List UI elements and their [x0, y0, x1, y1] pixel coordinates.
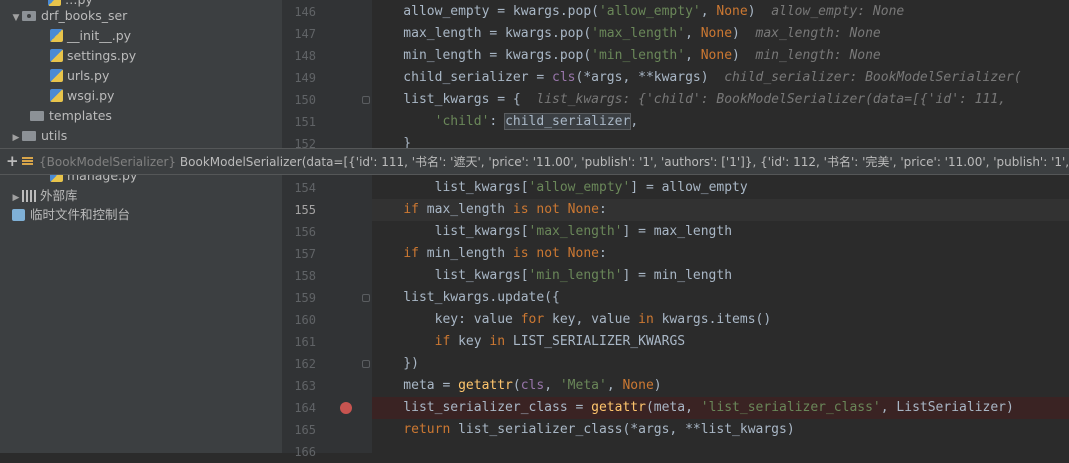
code-line-breakpoint: list_serializer_class = getattr(meta, 'l…	[372, 397, 1069, 419]
tree-file-init[interactable]: __init__.py	[50, 26, 131, 46]
inline-value-hint: allow_empty: None	[771, 4, 905, 19]
scratch-icon	[12, 208, 25, 221]
line-number[interactable]: 154	[282, 177, 316, 199]
folder-icon	[30, 110, 44, 121]
line-number[interactable]: 164	[282, 397, 316, 419]
code-line: if min_length is not None:	[403, 246, 607, 261]
line-number[interactable]: 158	[282, 265, 316, 287]
inline-value-hint: max_length: None	[755, 26, 881, 41]
fold-marker-icon[interactable]	[362, 360, 370, 368]
code-line: min_length = kwargs.pop('min_length', No…	[372, 48, 881, 63]
tree-folder-templates[interactable]: templates	[30, 106, 112, 126]
line-number[interactable]: 157	[282, 243, 316, 265]
tooltip-value: BookModelSerializer(data=[{'id': 111, '书…	[179, 155, 1069, 169]
line-number[interactable]: 146	[282, 1, 316, 23]
folder-icon	[22, 130, 36, 141]
tree-scratches[interactable]: 临时文件和控制台	[12, 205, 130, 225]
code-line: 'child': child_serializer,	[434, 113, 639, 130]
library-icon	[22, 189, 36, 202]
code-line: key: value for key, value in kwargs.item…	[372, 312, 772, 327]
expand-plus-icon[interactable]: +	[6, 149, 19, 174]
line-number[interactable]: 160	[282, 309, 316, 331]
line-number[interactable]: 165	[282, 419, 316, 441]
fold-marker-icon[interactable]	[362, 294, 370, 302]
code-line: max_length = kwargs.pop('max_length', No…	[372, 26, 881, 41]
line-number[interactable]: 155	[282, 199, 316, 221]
tree-file-settings[interactable]: settings.py	[50, 46, 136, 66]
code-line: list_kwargs.update({	[372, 290, 560, 305]
code-line: list_kwargs = { list_kwargs: {'child': B…	[372, 92, 1006, 107]
chevron-right-icon[interactable]: ▶	[10, 128, 22, 148]
tree-file-wsgi[interactable]: wsgi.py	[50, 86, 114, 106]
breakpoint-icon[interactable]	[340, 402, 352, 414]
line-number[interactable]: 162	[282, 353, 316, 375]
inline-value-hint: child_serializer: BookModelSerializer(	[724, 70, 1022, 85]
debug-value-tooltip: + {BookModelSerializer} BookModelSerializ…	[0, 148, 1069, 175]
code-line: return list_serializer_class(*args, **li…	[403, 422, 795, 437]
tree-folder-drf-books-ser[interactable]: ▼ drf_books_ser	[10, 6, 128, 28]
line-number[interactable]: 166	[282, 441, 316, 463]
code-editor[interactable]: allow_empty = kwargs.pop('allow_empty', …	[372, 0, 1069, 453]
code-line: if key in LIST_SERIALIZER_KWARGS	[434, 334, 686, 349]
object-field-icon	[22, 157, 33, 166]
chevron-down-icon[interactable]: ▼	[10, 8, 22, 28]
code-line: list_kwargs['min_length'] = min_length	[372, 268, 733, 283]
fold-marker-icon[interactable]	[362, 96, 370, 104]
line-number[interactable]: 149	[282, 67, 316, 89]
line-number[interactable]: 151	[282, 111, 316, 133]
tree-external-libraries[interactable]: ▶ 外部库	[10, 186, 78, 206]
code-line: list_kwargs['allow_empty'] = allow_empty	[372, 180, 748, 195]
python-file-icon	[50, 49, 63, 62]
tooltip-type: {BookModelSerializer}	[39, 155, 177, 169]
inline-value-hint: min_length: None	[755, 48, 881, 63]
python-file-icon	[50, 89, 63, 102]
line-number[interactable]: 147	[282, 23, 316, 45]
inline-value-hint: list_kwargs: {'child': BookModelSerializ…	[536, 92, 1006, 107]
line-number[interactable]: 156	[282, 221, 316, 243]
line-number[interactable]: 159	[282, 287, 316, 309]
code-line-current: if max_length is not None:	[372, 199, 1069, 221]
line-number[interactable]: 148	[282, 45, 316, 67]
project-tree: …py ▼drf_books_ser __init__.py settings.…	[0, 0, 282, 453]
code-line: })	[372, 356, 419, 371]
line-number[interactable]: 150	[282, 89, 316, 111]
python-file-icon	[50, 29, 63, 42]
code-line: child_serializer = cls(*args, **kwargs) …	[372, 70, 1022, 85]
tree-file-urls[interactable]: urls.py	[50, 66, 109, 86]
code-line: meta = getattr(cls, 'Meta', None)	[372, 378, 662, 393]
code-line: list_kwargs['max_length'] = max_length	[372, 224, 733, 239]
code-line: allow_empty = kwargs.pop('allow_empty', …	[372, 4, 905, 19]
line-number[interactable]: 161	[282, 331, 316, 353]
package-folder-icon	[22, 10, 36, 21]
python-file-icon	[50, 69, 63, 82]
line-number[interactable]: 163	[282, 375, 316, 397]
tree-folder-utils[interactable]: ▶ utils	[10, 126, 68, 148]
